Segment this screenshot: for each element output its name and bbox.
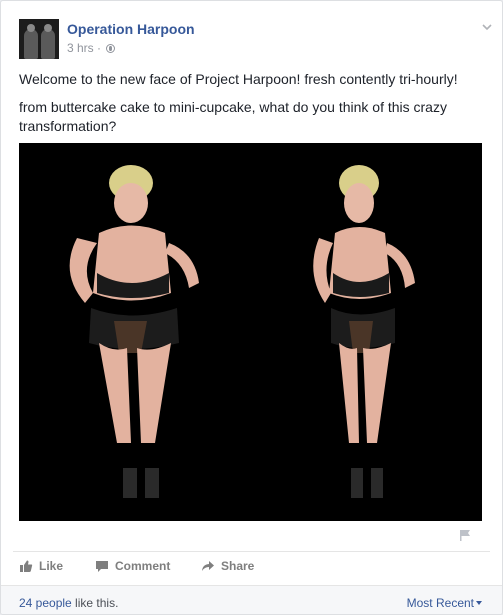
page-avatar[interactable] bbox=[19, 19, 59, 59]
likes-suffix: like this. bbox=[71, 596, 119, 610]
comment-icon bbox=[96, 561, 108, 572]
action-bar: Like Comment Share bbox=[19, 559, 489, 577]
post-meta: 3 hrs · bbox=[67, 41, 116, 55]
post-timestamp[interactable]: 3 hrs bbox=[67, 41, 94, 55]
meta-separator: · bbox=[97, 41, 102, 55]
globe-icon bbox=[106, 44, 116, 53]
post-footer: 24 people like this. Most Recent bbox=[1, 585, 502, 614]
share-button[interactable]: Share bbox=[201, 559, 254, 573]
post-photo[interactable] bbox=[19, 143, 482, 521]
like-label: Like bbox=[39, 559, 64, 573]
likes-summary: 24 people like this. bbox=[19, 596, 118, 610]
post-text-line-2: from buttercake cake to mini-cupcake, wh… bbox=[19, 99, 447, 134]
flag-icon[interactable] bbox=[458, 528, 472, 542]
most-recent-dropdown[interactable]: Most Recent bbox=[407, 596, 482, 610]
page-name-link[interactable]: Operation Harpoon bbox=[67, 21, 195, 37]
share-arrow-icon bbox=[202, 561, 214, 571]
post-card: Operation Harpoon 3 hrs · Welcome to the… bbox=[0, 0, 503, 615]
thumbs-up-icon bbox=[20, 560, 33, 572]
sort-label: Most Recent bbox=[406, 596, 474, 610]
post-header: Operation Harpoon 3 hrs · bbox=[19, 17, 489, 61]
comment-label: Comment bbox=[115, 559, 171, 573]
like-button[interactable]: Like bbox=[19, 559, 63, 573]
post-text-line-1: Welcome to the new face of Project Harpo… bbox=[19, 71, 458, 87]
chevron-down-icon[interactable] bbox=[482, 19, 492, 31]
actions-divider bbox=[13, 551, 490, 552]
likes-count-link[interactable]: 24 people bbox=[19, 596, 72, 610]
share-label: Share bbox=[221, 559, 255, 573]
comment-button[interactable]: Comment bbox=[95, 559, 170, 573]
caret-down-icon bbox=[476, 601, 482, 605]
